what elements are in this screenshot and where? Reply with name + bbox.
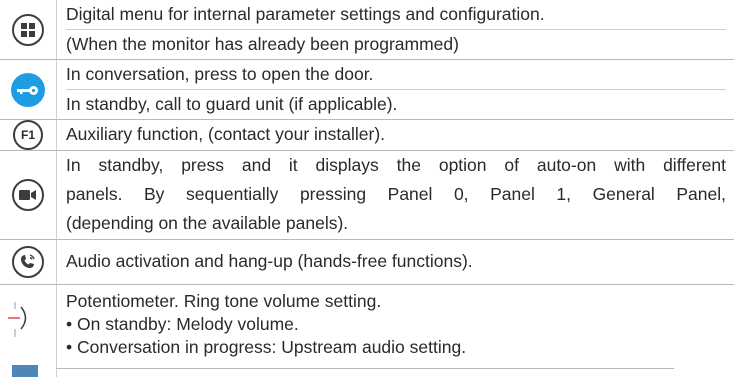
f1-icon: F1 — [13, 120, 43, 150]
potentiometer-conversation-bullet: • Conversation in progress: Upstream aud… — [66, 337, 467, 357]
potentiometer-description: Potentiometer. Ring tone volume setting. — [66, 291, 382, 311]
potentiometer-standby-bullet: • On standby: Melody volume. — [66, 314, 299, 334]
door-description: In conversation, press to open the door. — [66, 60, 726, 90]
menu-description: Digital menu for internal parameter sett… — [66, 0, 726, 30]
hands-free-icon — [12, 246, 44, 278]
potentiometer-row: Potentiometer. Ring tone volume setting.… — [0, 285, 734, 377]
camera-description-line-1: In standby, press and it displays the op… — [66, 155, 726, 175]
menu-row: Digital menu for internal parameter sett… — [0, 0, 734, 59]
camera-description-line-3: (depending on the available panels). — [66, 213, 349, 233]
door-standby-note: In standby, call to guard unit (if appli… — [66, 94, 398, 114]
camera-row: In standby, press and it displays the op… — [0, 151, 734, 239]
menu-note: (When the monitor has already been progr… — [66, 34, 459, 54]
hands-free-description: Audio activation and hang-up (hands-free… — [66, 251, 473, 271]
hands-free-row: Audio activation and hang-up (hands-free… — [0, 240, 734, 284]
camera-icon — [12, 179, 44, 211]
potentiometer-icon — [8, 302, 38, 377]
f1-icon-label: F1 — [20, 128, 35, 142]
menu-grid-icon — [12, 13, 44, 46]
f1-row: F1 Auxiliary function, (contact your ins… — [0, 120, 734, 150]
door-key-icon — [11, 72, 45, 107]
door-row: In conversation, press to open the door.… — [0, 60, 734, 119]
camera-description-line-2: panels. By sequentially pressing Panel 0… — [66, 184, 726, 204]
f1-description: Auxiliary function, (contact your instal… — [66, 124, 386, 144]
